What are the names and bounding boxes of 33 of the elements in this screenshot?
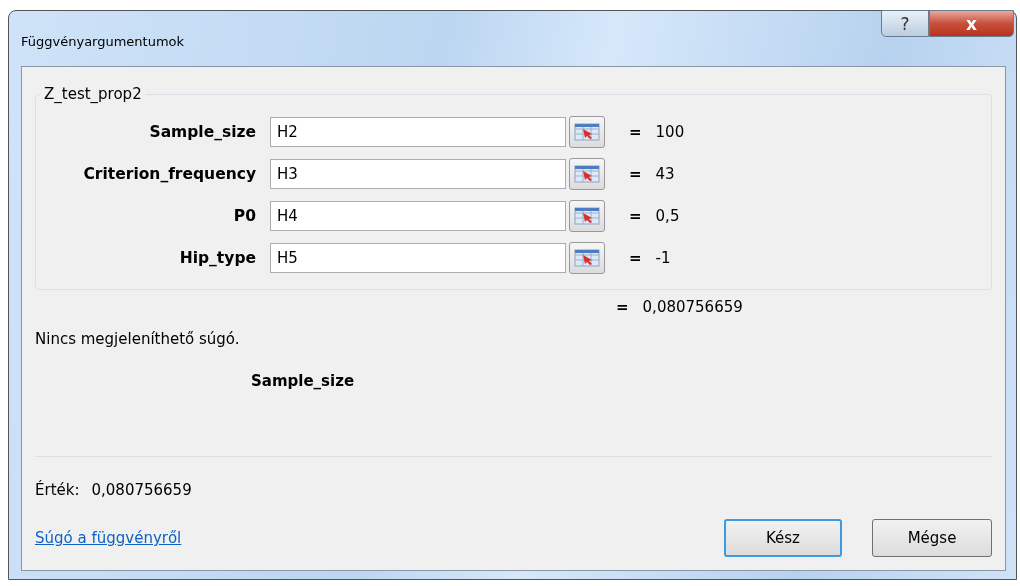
help-button[interactable]: ? [881,10,929,37]
argument-field[interactable]: H5 [270,243,566,273]
equals-sign: = [616,298,629,316]
value-label: Érték: [35,481,80,499]
argument-result: 43 [655,165,675,183]
range-select-button[interactable] [569,242,605,274]
equals-sign: = [629,207,642,225]
argument-result: 0,5 [655,207,680,225]
equals-sign: = [629,165,642,183]
argument-label: Sample_size [148,123,257,141]
help-link[interactable]: Súgó a függvényről [35,529,182,547]
dialog-button[interactable]: Kész [724,519,842,557]
argument-name: Sample_size [251,372,356,390]
formula-result: 0,080756659 [642,298,743,316]
value-text: 0,080756659 [91,481,192,499]
dialog-button[interactable]: Mégse [872,519,992,557]
help-text: Nincs megjeleníthető súgó. [35,330,241,348]
argument-result: -1 [655,249,671,267]
function-name: Z_test_prop2 [43,85,143,103]
argument-label: Hip_type [178,249,257,267]
argument-field[interactable]: H3 [270,159,566,189]
argument-field[interactable]: H2 [270,117,566,147]
argument-field[interactable]: H4 [270,201,566,231]
equals-sign: = [629,249,642,267]
range-select-button[interactable] [569,200,605,232]
equals-sign: = [629,123,642,141]
argument-label: P0 [232,207,257,225]
close-button[interactable]: x [929,10,1014,37]
argument-result: 100 [655,123,685,141]
argument-label: Criterion_frequency [82,165,257,183]
range-select-button[interactable] [569,158,605,190]
window-title: Függvényargumentumok [21,34,185,49]
range-select-button[interactable] [569,116,605,148]
